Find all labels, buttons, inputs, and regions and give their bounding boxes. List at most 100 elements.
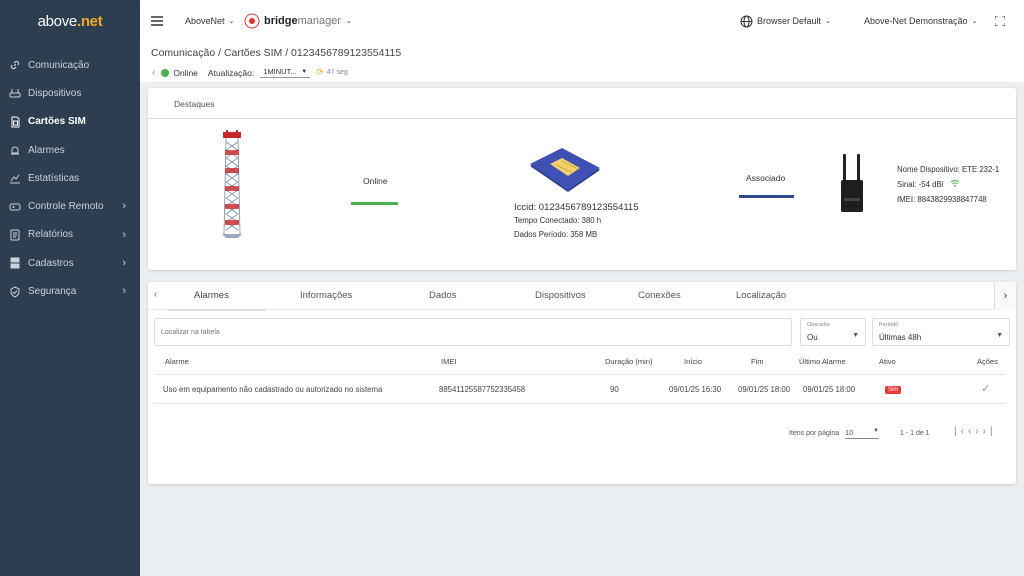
product-name-b: manager <box>297 15 342 27</box>
bridgemanager-logo-icon <box>244 13 260 29</box>
search-input[interactable]: Localizar na tabela <box>154 318 792 346</box>
operator-value: Ou <box>807 333 818 342</box>
check-icon[interactable]: ✓ <box>981 382 990 395</box>
operator-label: Operador <box>807 322 831 328</box>
user-name: Above-Net Demonstração <box>864 16 968 26</box>
period-value: Últimas 48h <box>879 333 922 342</box>
sim-card-illustration <box>530 148 600 192</box>
per-page-value: 10 <box>845 428 854 437</box>
status-row: ‹ Online Atualização: 1MINUT... ▼ ⟳ 47 s… <box>152 67 348 78</box>
caret-down-icon: ▼ <box>873 428 879 434</box>
next-page-icon[interactable]: › <box>975 426 982 437</box>
table-header: Alarme IMEI Duração (min) Início Fim Últ… <box>154 347 1006 375</box>
cell-active: Sim <box>885 384 902 394</box>
fullscreen-icon[interactable] <box>995 0 1005 42</box>
data-usage: Dados Período: 358 MB <box>514 230 598 239</box>
shield-icon <box>8 285 22 298</box>
sidebar-item-cartoes-sim[interactable]: Cartões SIM <box>0 108 140 136</box>
column-header-fim[interactable]: Fim <box>751 357 764 366</box>
per-page-label: Itens por página <box>789 430 840 437</box>
logo-text-b: net <box>80 12 103 30</box>
update-interval-select[interactable]: 1MINUT... ▼ <box>260 67 311 78</box>
column-header-ultimo-alarme[interactable]: Último Alarme <box>799 357 846 366</box>
tab-alarmes[interactable]: Alarmes <box>194 290 229 301</box>
product-selector[interactable]: bridgemanager ⌄ <box>244 0 352 42</box>
sidebar-item-seguranca[interactable]: Segurança › <box>0 277 140 305</box>
association-status-label: Associado <box>746 173 786 183</box>
router-icon <box>8 87 22 99</box>
active-tab-indicator <box>169 309 266 311</box>
caret-down-icon: ▼ <box>301 68 308 75</box>
sidebar-item-dispositivos[interactable]: Dispositivos <box>0 79 140 107</box>
sidebar-item-controle-remoto[interactable]: Controle Remoto › <box>0 192 140 220</box>
org-selector[interactable]: AboveNet ⌄ <box>185 0 234 42</box>
highlights-card: Destaques Online Iccid: 0123456789123554… <box>148 88 1016 270</box>
last-page-icon[interactable]: ›| <box>983 426 997 437</box>
column-header-duracao[interactable]: Duração (min) <box>605 357 653 366</box>
column-header-alarme[interactable]: Alarme <box>165 357 189 366</box>
router-device-icon <box>841 154 863 212</box>
sim-card-icon <box>8 116 22 128</box>
logo[interactable]: above.net <box>0 0 140 42</box>
chevron-right-icon: › <box>122 200 126 213</box>
sidebar-item-label: Estatísticas <box>28 172 80 184</box>
search-placeholder: Localizar na tabela <box>161 329 220 336</box>
hamburger-menu-icon[interactable] <box>151 0 163 42</box>
per-page-select[interactable]: 10 ▼ <box>845 428 879 439</box>
period-label: Período <box>879 322 899 328</box>
device-imei: IMEI: 8843829938847748 <box>897 195 987 204</box>
first-page-icon[interactable]: |‹ <box>954 426 968 437</box>
sidebar-item-label: Cartões SIM <box>28 116 86 128</box>
alarms-card: ‹ Alarmes Informações Dados Dispositivos… <box>148 282 1016 484</box>
operator-select[interactable]: Operador Ou ▼ <box>800 318 866 346</box>
iccid-value: Iccid: 0123456789123554115 <box>514 202 639 213</box>
online-label: Online <box>173 67 198 78</box>
chevron-down-icon: ⌄ <box>825 18 831 25</box>
database-icon <box>8 257 22 269</box>
tabs-scroll-right-icon[interactable]: › <box>994 282 1016 310</box>
sidebar-nav: Comunicação Dispositivos Cartões SIM Ala… <box>0 51 140 306</box>
user-selector[interactable]: Above-Net Demonstração ⌄ <box>864 0 977 42</box>
sidebar-item-cadastros[interactable]: Cadastros › <box>0 249 140 277</box>
back-arrow-icon[interactable]: ‹ <box>152 67 155 78</box>
column-header-ativo[interactable]: Ativo <box>879 357 896 366</box>
period-select[interactable]: Período Últimas 48h ▼ <box>872 318 1010 346</box>
sidebar-item-alarmes[interactable]: Alarmes <box>0 136 140 164</box>
table-row[interactable]: Uso em equipamento não cadastrado ou aut… <box>154 375 1006 404</box>
signal-value: Sinal: -54 dBi <box>897 180 944 189</box>
column-header-imei[interactable]: IMEI <box>441 357 456 366</box>
browser-selector[interactable]: Browser Default ⌄ <box>740 0 831 42</box>
sidebar-item-relatorios[interactable]: Relatórios › <box>0 221 140 249</box>
chevron-right-icon: › <box>122 228 126 241</box>
chevron-down-icon: ⌄ <box>228 18 235 25</box>
sidebar-item-label: Controle Remoto <box>28 201 104 213</box>
signal-row: Sinal: -54 dBi <box>897 179 960 189</box>
tab-dispositivos[interactable]: Dispositivos <box>535 290 586 301</box>
tab-conexoes[interactable]: Conexões <box>638 290 681 301</box>
cell-last-alarm: 09/01/25 18:00 <box>803 385 856 394</box>
chart-icon <box>8 172 22 184</box>
wifi-signal-icon <box>950 180 960 189</box>
pagination-controls: |‹‹››| <box>954 426 997 437</box>
refresh-icon[interactable]: ⟳ <box>316 67 324 78</box>
breadcrumb-area: Comunicação / Cartões SIM / 012345678912… <box>140 42 1024 82</box>
sidebar-item-estatisticas[interactable]: Estatísticas <box>0 164 140 192</box>
column-header-inicio[interactable]: Início <box>684 357 702 366</box>
tab-localizacao[interactable]: Localização <box>736 290 786 301</box>
connected-time: Tempo Conectado: 380 h <box>514 216 602 225</box>
tab-informacoes[interactable]: Informações <box>300 290 352 301</box>
chevron-down-icon: ⌄ <box>346 18 352 25</box>
breadcrumb: Comunicação / Cartões SIM / 012345678912… <box>151 47 402 59</box>
alarm-icon <box>8 144 22 156</box>
sidebar-item-label: Segurança <box>28 286 77 298</box>
status-badge: Sim <box>885 386 902 394</box>
tabs-scroll-left-icon[interactable]: ‹ <box>154 289 157 300</box>
cell-tower-icon <box>222 130 242 238</box>
highlights-tab[interactable]: Destaques <box>148 88 1016 119</box>
gamepad-icon <box>8 201 22 213</box>
browser-label: Browser Default <box>757 16 822 26</box>
column-header-acoes: Ações <box>977 357 998 366</box>
sidebar-item-comunicacao[interactable]: Comunicação <box>0 51 140 79</box>
online-status-dot <box>161 68 170 77</box>
tab-dados[interactable]: Dados <box>429 290 456 301</box>
